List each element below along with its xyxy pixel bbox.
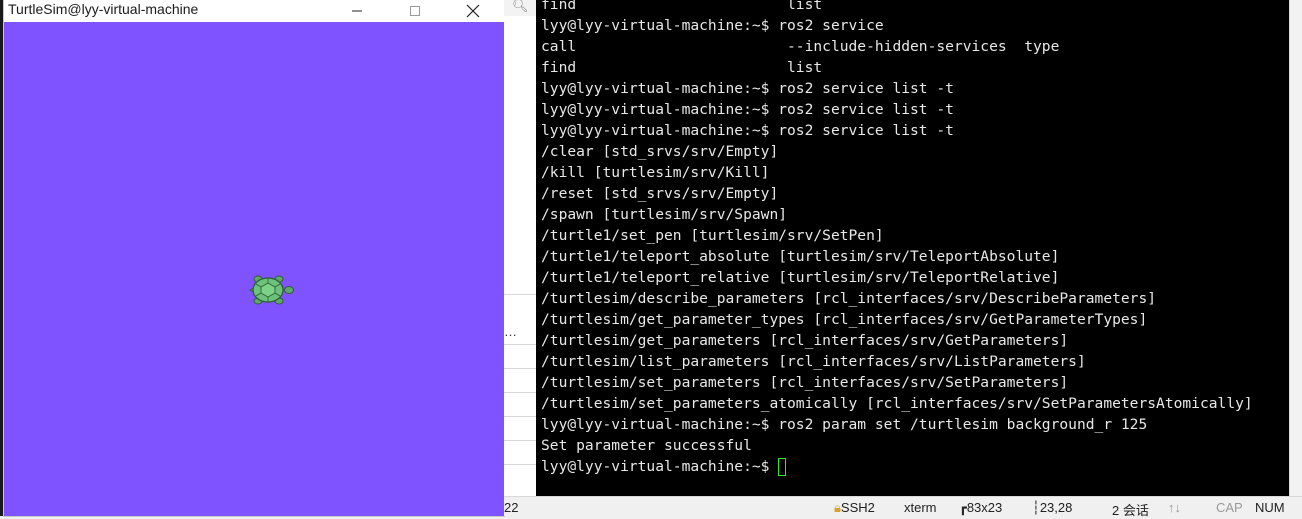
terminal-line: call --include-hidden-services type: [541, 38, 1060, 55]
terminal-line: /clear [std_srvs/srv/Empty]: [541, 143, 779, 160]
terminal-line: /turtle1/set_pen [turtlesim/srv/SetPen]: [541, 227, 884, 244]
turtlesim-window: TurtleSim@lyy-virtual-machine: [4, 0, 504, 516]
terminal-size: ┏83x23: [959, 500, 1002, 516]
divider: [504, 344, 536, 345]
terminal-line: /turtlesim/set_parameters_atomically [rc…: [541, 395, 1253, 412]
terminal-line: lyy@lyy-virtual-machine:~$ ros2 service …: [541, 101, 954, 118]
minimize-icon: [352, 10, 362, 12]
terminal-line: /turtlesim/list_parameters [rcl_interfac…: [541, 353, 1086, 370]
minimize-button[interactable]: [334, 0, 380, 22]
terminal-line: /turtlesim/set_parameters [rcl_interface…: [541, 374, 1069, 391]
terminal-line: find list: [541, 59, 823, 76]
terminal-line: /turtlesim/get_parameter_types [rcl_inte…: [541, 311, 1148, 328]
terminal-line: /turtlesim/get_parameters [rcl_interface…: [541, 332, 1069, 349]
resize-icon: ┏: [959, 500, 967, 515]
terminal-scrollbar[interactable]: [1289, 0, 1302, 496]
status-bar: 22 🔒︎SSH2 xterm ┏83x23 ┆23,28 2 会话 ↑↓ CA…: [504, 496, 1302, 518]
maximize-icon: [410, 6, 420, 16]
close-icon: [466, 4, 480, 18]
divider: [504, 392, 536, 393]
maximize-button[interactable]: [392, 0, 438, 22]
background-search-bar[interactable]: 🔍︎: [504, 0, 536, 16]
terminal-line: lyy@lyy-virtual-machine:~$ ros2 service: [541, 17, 884, 34]
background-app-panel: 🔍︎ …: [504, 0, 536, 516]
cursor-position: ┆23,28: [1032, 500, 1072, 516]
terminal-line: lyy@lyy-virtual-machine:~$ ros2 param se…: [541, 416, 1148, 433]
terminal-line: lyy@lyy-virtual-machine:~$ ros2 service …: [541, 122, 954, 139]
terminal-line: /kill [turtlesim/srv/Kill]: [541, 164, 770, 181]
terminal-size-label: 83x23: [966, 500, 1003, 515]
cursor-pos-icon: ┆: [1032, 500, 1040, 515]
divider: [504, 440, 536, 441]
close-button[interactable]: [450, 0, 496, 22]
divider: [504, 368, 536, 369]
terminal-type: xterm: [904, 500, 937, 515]
status-number: 22: [504, 500, 519, 515]
divider: [504, 464, 536, 465]
terminal-line: /spawn [turtlesim/srv/Spawn]: [541, 206, 788, 223]
cursor-position-label: 23,28: [1039, 500, 1073, 515]
divider: [504, 416, 536, 417]
terminal-line: lyy@lyy-virtual-machine:~$ ros2 service …: [541, 80, 954, 97]
protocol-status: 🔒︎SSH2: [834, 500, 875, 516]
terminal-line: find list: [541, 0, 823, 13]
protocol-label: SSH2: [840, 500, 875, 515]
truncated-item: …: [504, 324, 517, 339]
terminal-cursor: [778, 458, 787, 476]
scroll-arrows-icon: ↑↓: [1168, 500, 1181, 515]
session-count: 2 会话: [1112, 503, 1149, 518]
turtle-icon: [249, 275, 294, 305]
turtlesim-titlebar[interactable]: TurtleSim@lyy-virtual-machine: [4, 0, 504, 22]
caps-lock-indicator: CAP: [1216, 500, 1243, 515]
terminal-line: lyy@lyy-virtual-machine:~$: [541, 458, 779, 475]
num-lock-indicator: NUM: [1255, 500, 1285, 515]
window-title: TurtleSim@lyy-virtual-machine: [8, 1, 199, 17]
turtlesim-canvas: [4, 22, 504, 516]
terminal-line: /reset [std_srvs/srv/Empty]: [541, 185, 779, 202]
divider: [504, 294, 536, 295]
terminal-line: /turtle1/teleport_absolute [turtlesim/sr…: [541, 248, 1060, 265]
lock-icon: 🔒︎: [834, 500, 841, 515]
terminal-output[interactable]: find list lyy@lyy-virtual-machine:~$ ros2…: [536, 0, 1289, 496]
terminal-line: Set parameter successful: [541, 437, 752, 454]
search-icon[interactable]: 🔍︎: [512, 0, 529, 14]
terminal-line: /turtlesim/describe_parameters [rcl_inte…: [541, 290, 1157, 307]
terminal-line: /turtle1/teleport_relative [turtlesim/sr…: [541, 269, 1060, 286]
